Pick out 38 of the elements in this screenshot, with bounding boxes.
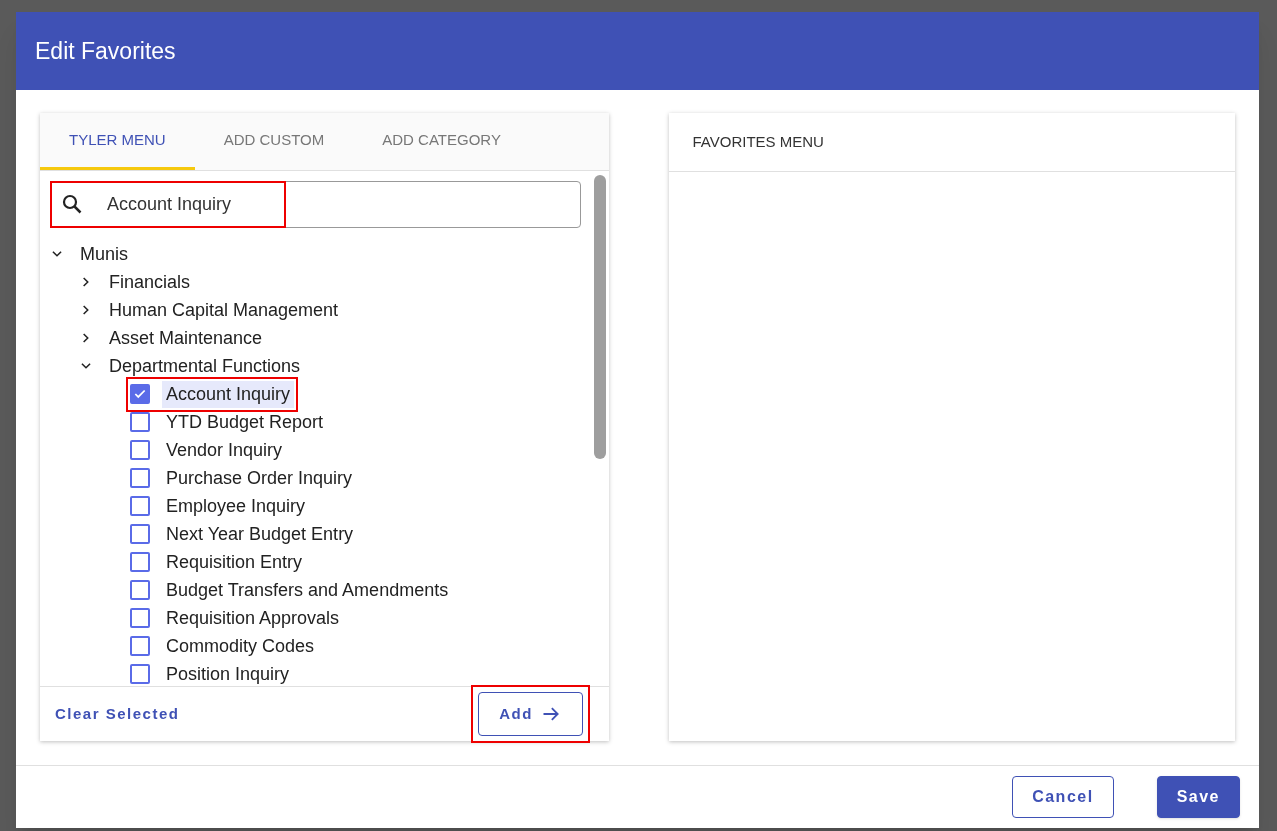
tree-item-label[interactable]: Position Inquiry [162, 660, 294, 686]
search-icon [60, 192, 84, 216]
tree-item-label[interactable]: YTD Budget Report [162, 408, 328, 436]
dialog-title: Edit Favorites [35, 36, 176, 66]
tree-item-label[interactable]: Account Inquiry [162, 380, 295, 408]
checkbox[interactable] [130, 664, 150, 684]
checkbox[interactable] [130, 440, 150, 460]
checkbox[interactable] [130, 524, 150, 544]
tab[interactable]: ADD CATEGORY [353, 113, 530, 170]
checkbox[interactable] [130, 552, 150, 572]
tree-folder-label[interactable]: Asset Maintenance [109, 324, 263, 352]
tree-folder-label[interactable]: Departmental Functions [109, 352, 301, 380]
tree-folder-label[interactable]: Munis [80, 240, 128, 268]
tree-item-label[interactable]: Employee Inquiry [162, 492, 310, 520]
tree-item-label[interactable]: Commodity Codes [162, 632, 319, 660]
tab[interactable]: TYLER MENU [40, 113, 195, 170]
tree-item-label[interactable]: Budget Transfers and Amendments [162, 576, 453, 604]
tree-folder-label[interactable]: Financials [109, 268, 191, 296]
panel-title: FAVORITES MENU [692, 131, 824, 152]
save-button[interactable]: Save [1156, 776, 1240, 818]
checkbox[interactable] [130, 468, 150, 488]
tab[interactable]: ADD CUSTOM [194, 113, 354, 170]
tree-item-label[interactable]: Purchase Order Inquiry [162, 464, 357, 492]
tree-folder-label[interactable]: Human Capital Management [109, 296, 339, 324]
cancel-button[interactable]: Cancel [1012, 776, 1114, 818]
checkbox[interactable] [130, 496, 150, 516]
checkbox[interactable] [130, 384, 150, 404]
clear-selected-link[interactable]: Clear Selected [55, 702, 180, 726]
tree-item-label[interactable]: Requisition Entry [162, 548, 307, 576]
add-button[interactable]: Add [477, 692, 583, 736]
checkbox[interactable] [130, 608, 150, 628]
tree-item-label[interactable]: Vendor Inquiry [162, 436, 287, 464]
tree-item-label[interactable]: Requisition Approvals [162, 604, 344, 632]
check-icon [133, 387, 147, 401]
checkbox[interactable] [130, 580, 150, 600]
tree-item-label[interactable]: Next Year Budget Entry [162, 520, 358, 548]
checkbox[interactable] [130, 636, 150, 656]
checkbox[interactable] [130, 412, 150, 432]
